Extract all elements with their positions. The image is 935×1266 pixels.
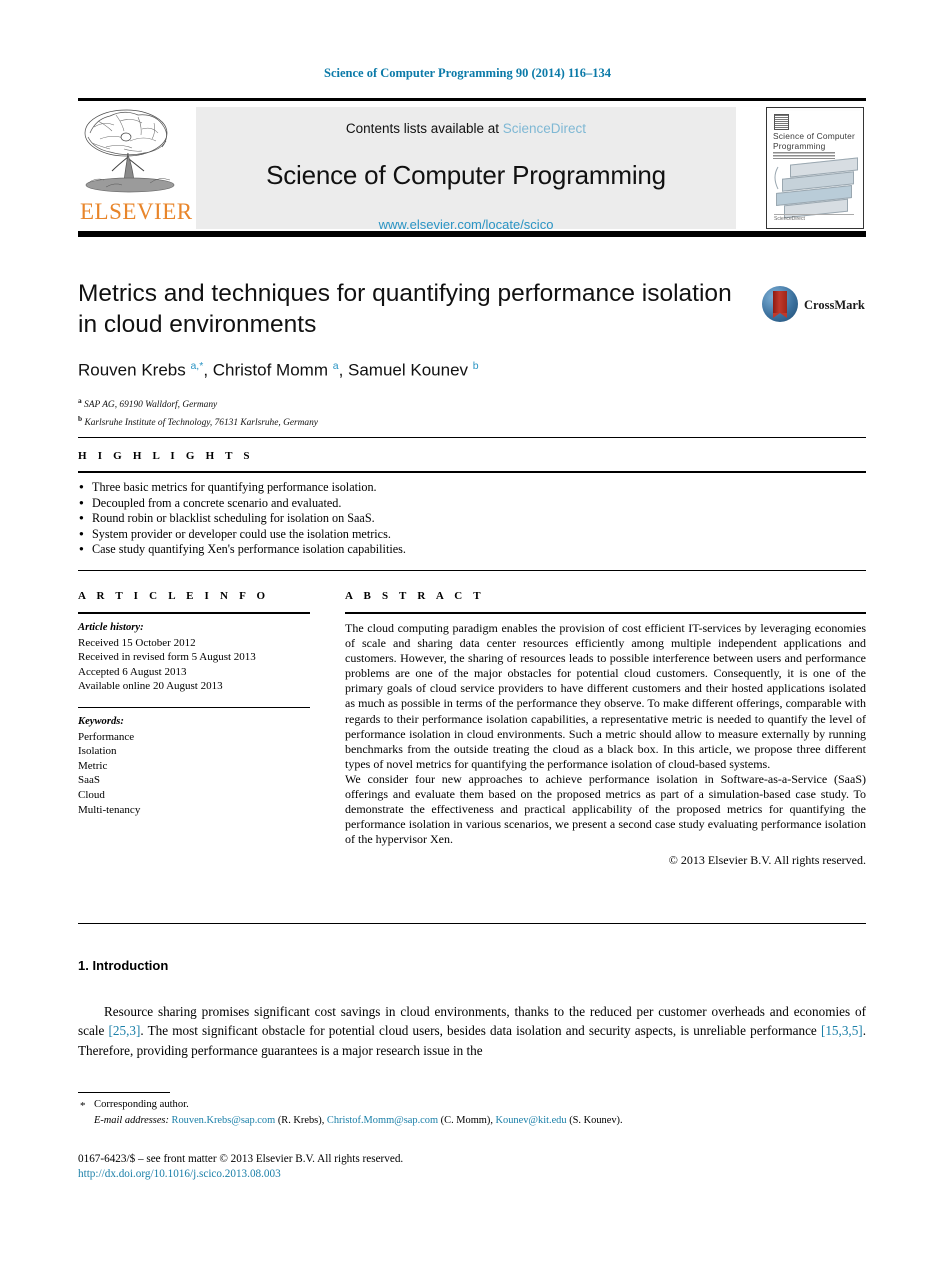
- email-owner: (R. Krebs): [277, 1115, 322, 1126]
- introduction-body: Resource sharing promises significant co…: [78, 1002, 866, 1060]
- introduction-heading: 1. Introduction: [78, 958, 169, 973]
- intro-text: . The most significant obstacle for pote…: [140, 1023, 821, 1039]
- footnote-rule: [78, 1092, 170, 1093]
- email-addresses-note: E-mail addresses: Rouven.Krebs@sap.com (…: [78, 1114, 778, 1128]
- history-line: Received 15 October 2012: [78, 636, 196, 649]
- article-history: Article history: Received 15 October 201…: [78, 621, 310, 694]
- list-item: Three basic metrics for quantifying perf…: [78, 479, 866, 496]
- keywords-list: Performance Isolation Metric SaaS Cloud Multi…: [78, 730, 310, 818]
- highlights-section: H I G H L I G H T S Three basic metrics …: [78, 450, 866, 558]
- abstract-copyright: © 2013 Elsevier B.V. All rights reserved…: [668, 853, 866, 868]
- journal-title: Science of Computer Programming: [266, 160, 666, 190]
- divider-above-abstract: [78, 570, 866, 571]
- abstract-section: A B S T R A C T The cloud computing para…: [345, 590, 866, 868]
- list-item: Round robin or blacklist scheduling for …: [78, 510, 866, 527]
- sciencedirect-link[interactable]: ScienceDirect: [503, 121, 586, 136]
- masthead-bottom-rule: [78, 231, 866, 237]
- email-link[interactable]: Christof.Momm@sap.com: [327, 1115, 438, 1126]
- corresponding-author-note: * Corresponding author.: [78, 1098, 778, 1112]
- crossmark-label: CrossMark: [804, 298, 865, 312]
- list-item: System provider or developer could use t…: [78, 526, 866, 543]
- abstract-paragraph: The cloud computing paradigm enables the…: [345, 621, 866, 771]
- article-info-section: A R T I C L E I N F O Article history: R…: [78, 590, 310, 817]
- cover-artwork: [772, 157, 862, 219]
- divider-above-highlights: [78, 437, 866, 438]
- abstract-rule: [345, 612, 866, 614]
- cover-footer: ScienceDirect: [774, 214, 854, 222]
- highlights-list: Three basic metrics for quantifying perf…: [78, 479, 866, 558]
- journal-url-link[interactable]: www.elsevier.com/locate/scico: [196, 217, 736, 232]
- affiliation-list: a SAP AG, 69190 Walldorf, Germany b Karls…: [78, 394, 866, 430]
- keywords-heading: Keywords:: [78, 715, 124, 727]
- contents-line: Contents lists available at ScienceDirec…: [196, 107, 736, 136]
- affiliation-line: b Karlsruhe Institute of Technology, 761…: [78, 413, 318, 428]
- highlights-rule: [78, 471, 866, 473]
- highlights-label: H I G H L I G H T S: [78, 450, 254, 462]
- keyword-item: Cloud: [78, 788, 105, 801]
- history-line: Received in revised form 5 August 2013: [78, 651, 256, 664]
- email-list: Rouven.Krebs@sap.com (R. Krebs), Christo…: [171, 1115, 623, 1126]
- paper-page: Science of Computer Programming 90 (2014…: [0, 0, 935, 1266]
- keyword-item: Performance: [78, 730, 135, 743]
- doi-link[interactable]: http://dx.doi.org/10.1016/j.scico.2013.0…: [78, 1167, 403, 1182]
- keywords-block: Keywords: Performance Isolation Metric SaaS…: [78, 715, 310, 817]
- cover-publisher-mark-icon: [774, 114, 789, 130]
- keyword-item: Metric: [78, 759, 108, 772]
- author-list: Rouven Krebs a,*, Christof Momm a, Samue…: [78, 360, 479, 380]
- email-link[interactable]: Rouven.Krebs@sap.com: [172, 1115, 276, 1126]
- history-line: Accepted 6 August 2013: [78, 665, 187, 678]
- asterisk-icon: *: [80, 1100, 86, 1112]
- article-history-dates: Received 15 October 2012 Received in revi…: [78, 636, 310, 694]
- abstract-label: A B S T R A C T: [345, 590, 485, 602]
- corresponding-author-text: Corresponding author.: [94, 1099, 189, 1110]
- email-link[interactable]: Kounev@kit.edu: [496, 1115, 567, 1126]
- cover-subtitle-lines: [773, 152, 835, 159]
- list-item: Case study quantifying Xen's performance…: [78, 541, 866, 558]
- running-head: Science of Computer Programming 90 (2014…: [324, 66, 611, 80]
- affiliation-line: a SAP AG, 69190 Walldorf, Germany: [78, 395, 218, 410]
- keywords-rule: [78, 706, 310, 708]
- introduction-section: 1. Introduction Resource sharing promise…: [78, 958, 866, 1060]
- crossmark-icon: [762, 286, 798, 322]
- journal-cover-thumbnail: Science of Computer Programming ScienceD…: [766, 107, 864, 229]
- citation-link[interactable]: [15,3,5]: [821, 1023, 863, 1038]
- journal-masthead: ELSEVIER Contents lists available at Sci…: [78, 98, 866, 237]
- divider-below-abstract: [78, 923, 866, 924]
- contents-prefix: Contents lists available at: [345, 121, 500, 136]
- abstract-body: The cloud computing paradigm enables the…: [345, 621, 866, 847]
- masthead-top-rule: [78, 98, 866, 101]
- abstract-paragraph: We consider four new approaches to achie…: [345, 771, 866, 847]
- list-item: Decoupled from a concrete scenario and e…: [78, 495, 866, 512]
- keyword-item: Multi-tenancy: [78, 803, 141, 816]
- article-history-heading: Article history:: [78, 622, 144, 633]
- email-owner: (C. Momm): [440, 1115, 491, 1126]
- keyword-item: Isolation: [78, 745, 117, 758]
- crossmark-badge[interactable]: CrossMark: [762, 286, 872, 326]
- title-block: Metrics and techniques for quantifying p…: [78, 278, 866, 430]
- elsevier-tree-icon: [80, 107, 184, 199]
- citation-link[interactable]: [25,3]: [109, 1023, 141, 1038]
- footnote-block: * Corresponding author. E-mail addresses…: [78, 1092, 778, 1128]
- issn-block: 0167-6423/$ – see front matter © 2013 El…: [78, 1152, 403, 1182]
- page-title: Metrics and techniques for quantifying p…: [78, 280, 732, 338]
- keyword-item: SaaS: [78, 774, 100, 787]
- history-line: Available online 20 August 2013: [78, 680, 223, 693]
- cover-title: Science of Computer Programming: [773, 131, 856, 151]
- email-label: E-mail addresses:: [94, 1115, 169, 1126]
- masthead-center-band: Contents lists available at ScienceDirec…: [196, 107, 736, 232]
- elsevier-logo: ELSEVIER: [80, 107, 193, 229]
- article-info-label: A R T I C L E I N F O: [78, 590, 270, 602]
- elsevier-wordmark: ELSEVIER: [80, 199, 193, 224]
- article-info-rule: [78, 612, 310, 614]
- email-owner: (S. Kounev): [569, 1115, 620, 1126]
- issn-line: 0167-6423/$ – see front matter © 2013 El…: [78, 1153, 404, 1165]
